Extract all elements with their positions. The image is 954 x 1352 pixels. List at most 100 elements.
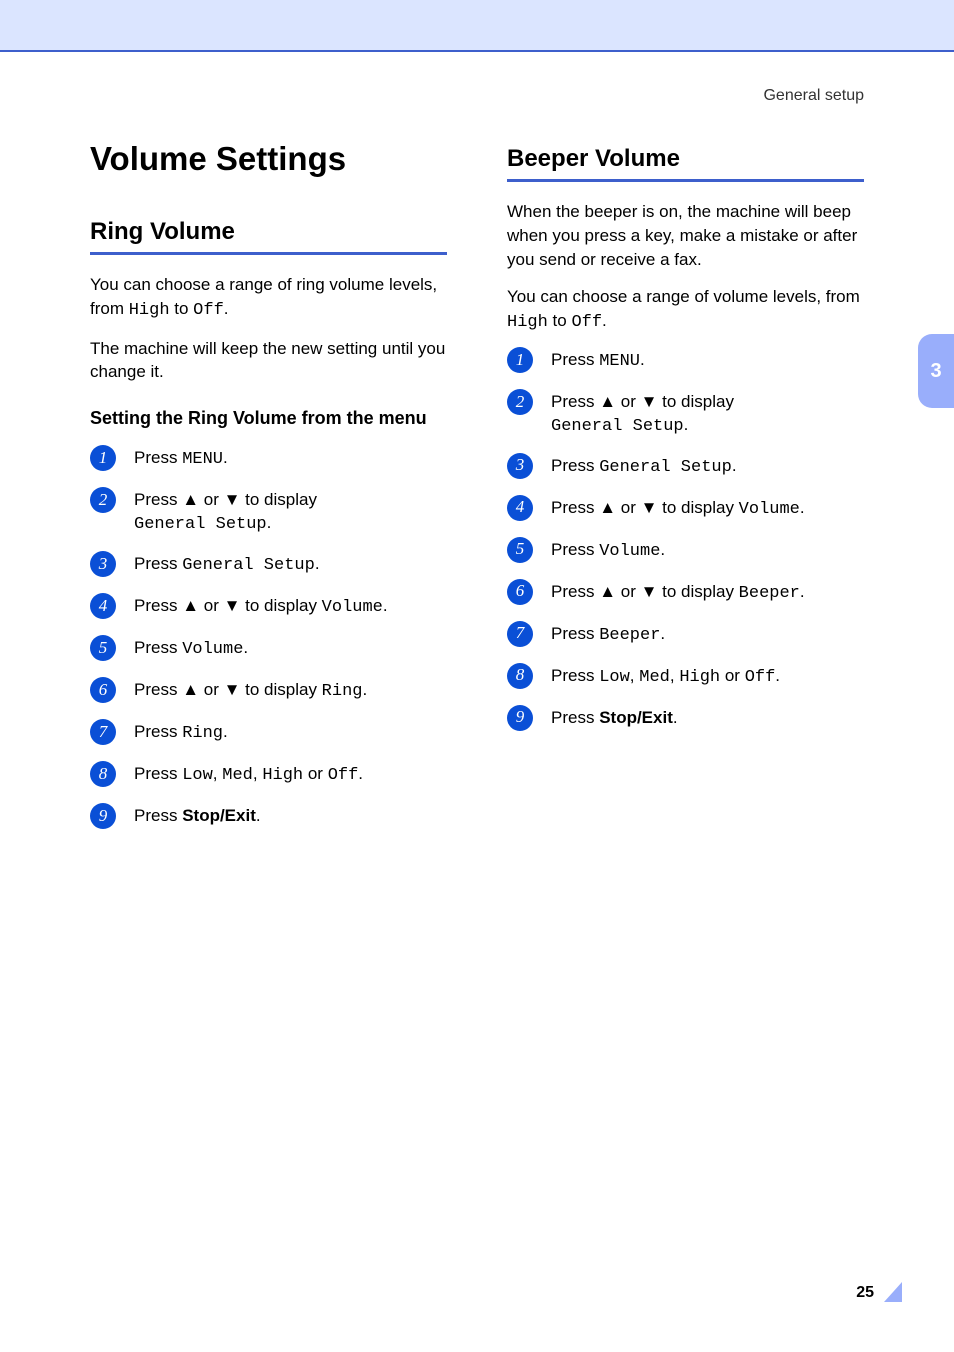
code-high: High: [507, 313, 548, 332]
step-number-icon: 7: [90, 719, 116, 745]
step-7: 7 Press Ring.: [90, 721, 447, 747]
text: Press: [551, 582, 599, 601]
step-3: 3 Press General Setup.: [90, 553, 447, 579]
text: ,: [253, 764, 262, 783]
section-heading-ring: Ring Volume: [90, 218, 447, 246]
text: to: [548, 311, 572, 330]
text: Press: [134, 448, 182, 467]
text: or: [616, 392, 641, 411]
code-off: Off: [571, 313, 602, 332]
code-ring: Ring: [322, 682, 363, 701]
down-arrow-icon: ▼: [641, 582, 658, 601]
code-beeper: Beeper: [739, 584, 800, 603]
text: You can choose a range of volume levels,…: [507, 287, 860, 306]
text: .: [223, 448, 228, 467]
step-number-icon: 6: [507, 579, 533, 605]
text: Press: [551, 456, 599, 475]
step-3: 3 Press General Setup.: [507, 455, 864, 481]
chapter-tab-number: 3: [930, 360, 941, 383]
text: .: [358, 764, 363, 783]
text: .: [256, 806, 261, 825]
text: .: [383, 596, 388, 615]
left-column: Volume Settings Ring Volume You can choo…: [90, 135, 447, 847]
code-ring: Ring: [182, 724, 223, 743]
step-5: 5 Press Volume.: [507, 539, 864, 565]
step-5: 5 Press Volume.: [90, 637, 447, 663]
code-volume: Volume: [322, 598, 383, 617]
text: to display: [657, 582, 738, 601]
step-number-icon: 4: [507, 495, 533, 521]
text: ,: [630, 666, 639, 685]
text: .: [660, 624, 665, 643]
step-number-icon: 8: [90, 761, 116, 787]
text: Press: [551, 540, 599, 559]
code-off: Off: [745, 668, 776, 687]
step-4: 4 Press ▲ or ▼ to display Volume.: [507, 497, 864, 523]
ring-paragraph-1: You can choose a range of ring volume le…: [90, 273, 447, 323]
text: .: [800, 582, 805, 601]
text: to display: [657, 498, 738, 517]
step-number-icon: 5: [90, 635, 116, 661]
step-number-icon: 2: [507, 389, 533, 415]
step-number-icon: 2: [90, 487, 116, 513]
text: Press: [551, 392, 599, 411]
text: or: [199, 680, 224, 699]
up-arrow-icon: ▲: [599, 582, 616, 601]
text: ,: [670, 666, 679, 685]
step-number-icon: 8: [507, 663, 533, 689]
code-general-setup: General Setup: [182, 556, 315, 575]
text: Press: [134, 680, 182, 699]
step-number-icon: 4: [90, 593, 116, 619]
down-arrow-icon: ▼: [224, 680, 241, 699]
step-number-icon: 3: [90, 551, 116, 577]
up-arrow-icon: ▲: [182, 680, 199, 699]
text: .: [223, 722, 228, 741]
subsection-heading: Setting the Ring Volume from the menu: [90, 408, 447, 429]
step-number-icon: 6: [90, 677, 116, 703]
text: or: [199, 490, 224, 509]
step-4: 4 Press ▲ or ▼ to display Volume.: [90, 595, 447, 621]
code-volume: Volume: [599, 542, 660, 561]
step-number-icon: 1: [90, 445, 116, 471]
right-column: Beeper Volume When the beeper is on, the…: [507, 135, 864, 847]
code-high: High: [129, 301, 170, 320]
step-9: 9 Press Stop/Exit.: [507, 707, 864, 733]
code-high: High: [679, 668, 720, 687]
code-menu: MENU: [182, 450, 223, 469]
step-2: 2 Press ▲ or ▼ to display General Setup.: [90, 489, 447, 537]
step-number-icon: 9: [507, 705, 533, 731]
step-number-icon: 3: [507, 453, 533, 479]
step-1: 1 Press MENU.: [90, 447, 447, 473]
text: .: [315, 554, 320, 573]
text: .: [800, 498, 805, 517]
breadcrumb: General setup: [90, 87, 864, 105]
text: .: [732, 456, 737, 475]
bold-stop-exit: Stop/Exit: [182, 806, 256, 825]
text: .: [640, 350, 645, 369]
bold-stop-exit: Stop/Exit: [599, 708, 673, 727]
text: ,: [213, 764, 222, 783]
heading-rule: [90, 252, 447, 255]
text: Press: [551, 708, 599, 727]
text: Press: [134, 638, 182, 657]
code-med: Med: [222, 766, 253, 785]
code-general-setup: General Setup: [134, 515, 267, 534]
step-number-icon: 1: [507, 347, 533, 373]
ring-paragraph-2: The machine will keep the new setting un…: [90, 337, 447, 385]
text: .: [602, 311, 607, 330]
step-6: 6 Press ▲ or ▼ to display Ring.: [90, 679, 447, 705]
text: or: [616, 582, 641, 601]
text: to: [170, 299, 194, 318]
section-heading-beeper: Beeper Volume: [507, 145, 864, 173]
code-beeper: Beeper: [599, 626, 660, 645]
down-arrow-icon: ▼: [641, 498, 658, 517]
page-body: General setup 3 Volume Settings Ring Vol…: [0, 52, 954, 1352]
step-number-icon: 5: [507, 537, 533, 563]
text: .: [684, 415, 689, 434]
step-2: 2 Press ▲ or ▼ to display General Setup.: [507, 391, 864, 439]
text: Press: [134, 554, 182, 573]
text: to display: [240, 490, 317, 509]
text: Press: [134, 596, 182, 615]
code-general-setup: General Setup: [599, 458, 732, 477]
text: .: [660, 540, 665, 559]
